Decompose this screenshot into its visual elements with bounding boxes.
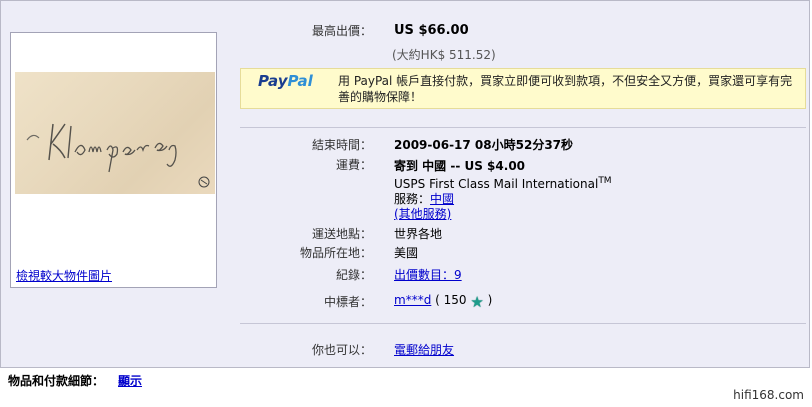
paypal-logo: PayPal: [258, 72, 313, 90]
bid-history-link[interactable]: 出價數目：9: [394, 266, 462, 283]
item-payment-details-label: 物品和付款細節：: [8, 374, 105, 388]
shipping-service-label: 服務：: [394, 192, 431, 206]
highest-bid-value: US $66.00: [394, 23, 469, 38]
winner-feedback-close: ): [487, 293, 493, 307]
highest-bid-label: 最高出價：: [311, 24, 372, 38]
winner-info: m***d ( 150 ★ ): [394, 293, 492, 311]
watermark-text: hifi168.com: [733, 388, 804, 402]
show-details-link[interactable]: 顯示: [118, 372, 142, 389]
paypal-banner: PayPal 用 PayPal 帳戶直接付款，買家立即便可收到款項，不但安全又方…: [240, 68, 806, 109]
trademark-mark: TM: [598, 176, 612, 186]
signature-image: [26, 123, 210, 188]
ships-to-label: 運送地點：: [311, 227, 372, 241]
winner-feedback-score: ( 150: [435, 293, 467, 307]
item-info-panel: 檢視較大物件圖片 最高出價： US $66.00 (大約HK$ 511.52) …: [0, 0, 810, 368]
ships-to-value: 世界各地: [394, 227, 443, 241]
history-label: 紀錄：: [335, 268, 372, 282]
paypal-text: 用 PayPal 帳戶直接付款，買家立即便可收到款項，不但安全又方便，買家還可享…: [338, 74, 793, 104]
email-friend-link[interactable]: 電郵給朋友: [394, 341, 454, 358]
shipping-service: USPS First Class Mail InternationalTM: [394, 176, 612, 191]
other-services-link[interactable]: (其他服務): [394, 205, 451, 222]
end-time-value: 2009-06-17 08小時52分37秒: [394, 138, 574, 152]
divider: [240, 127, 806, 128]
shipping-service-name: USPS First Class Mail International: [394, 177, 599, 191]
approx-hkd-value: (大約HK$ 511.52): [392, 48, 496, 62]
divider: [240, 323, 806, 324]
shipping-label: 運費：: [335, 158, 372, 172]
shipping-service-link[interactable]: 中國: [430, 192, 454, 206]
shipping-cost: 寄到 中國 -- US $4.00: [394, 159, 526, 173]
winner-user-link[interactable]: m***d: [394, 293, 431, 307]
location-value: 美國: [394, 246, 419, 260]
feedback-star-icon[interactable]: ★: [470, 293, 483, 311]
item-thumbnail[interactable]: [15, 72, 215, 194]
also-can-label: 你也可以：: [311, 343, 372, 357]
item-image-box: 檢視較大物件圖片: [10, 32, 217, 288]
winner-label: 中標者：: [323, 295, 372, 309]
end-time-label: 結束時間：: [311, 138, 372, 152]
view-larger-image-link[interactable]: 檢視較大物件圖片: [16, 267, 112, 284]
location-label: 物品所在地：: [299, 246, 372, 260]
